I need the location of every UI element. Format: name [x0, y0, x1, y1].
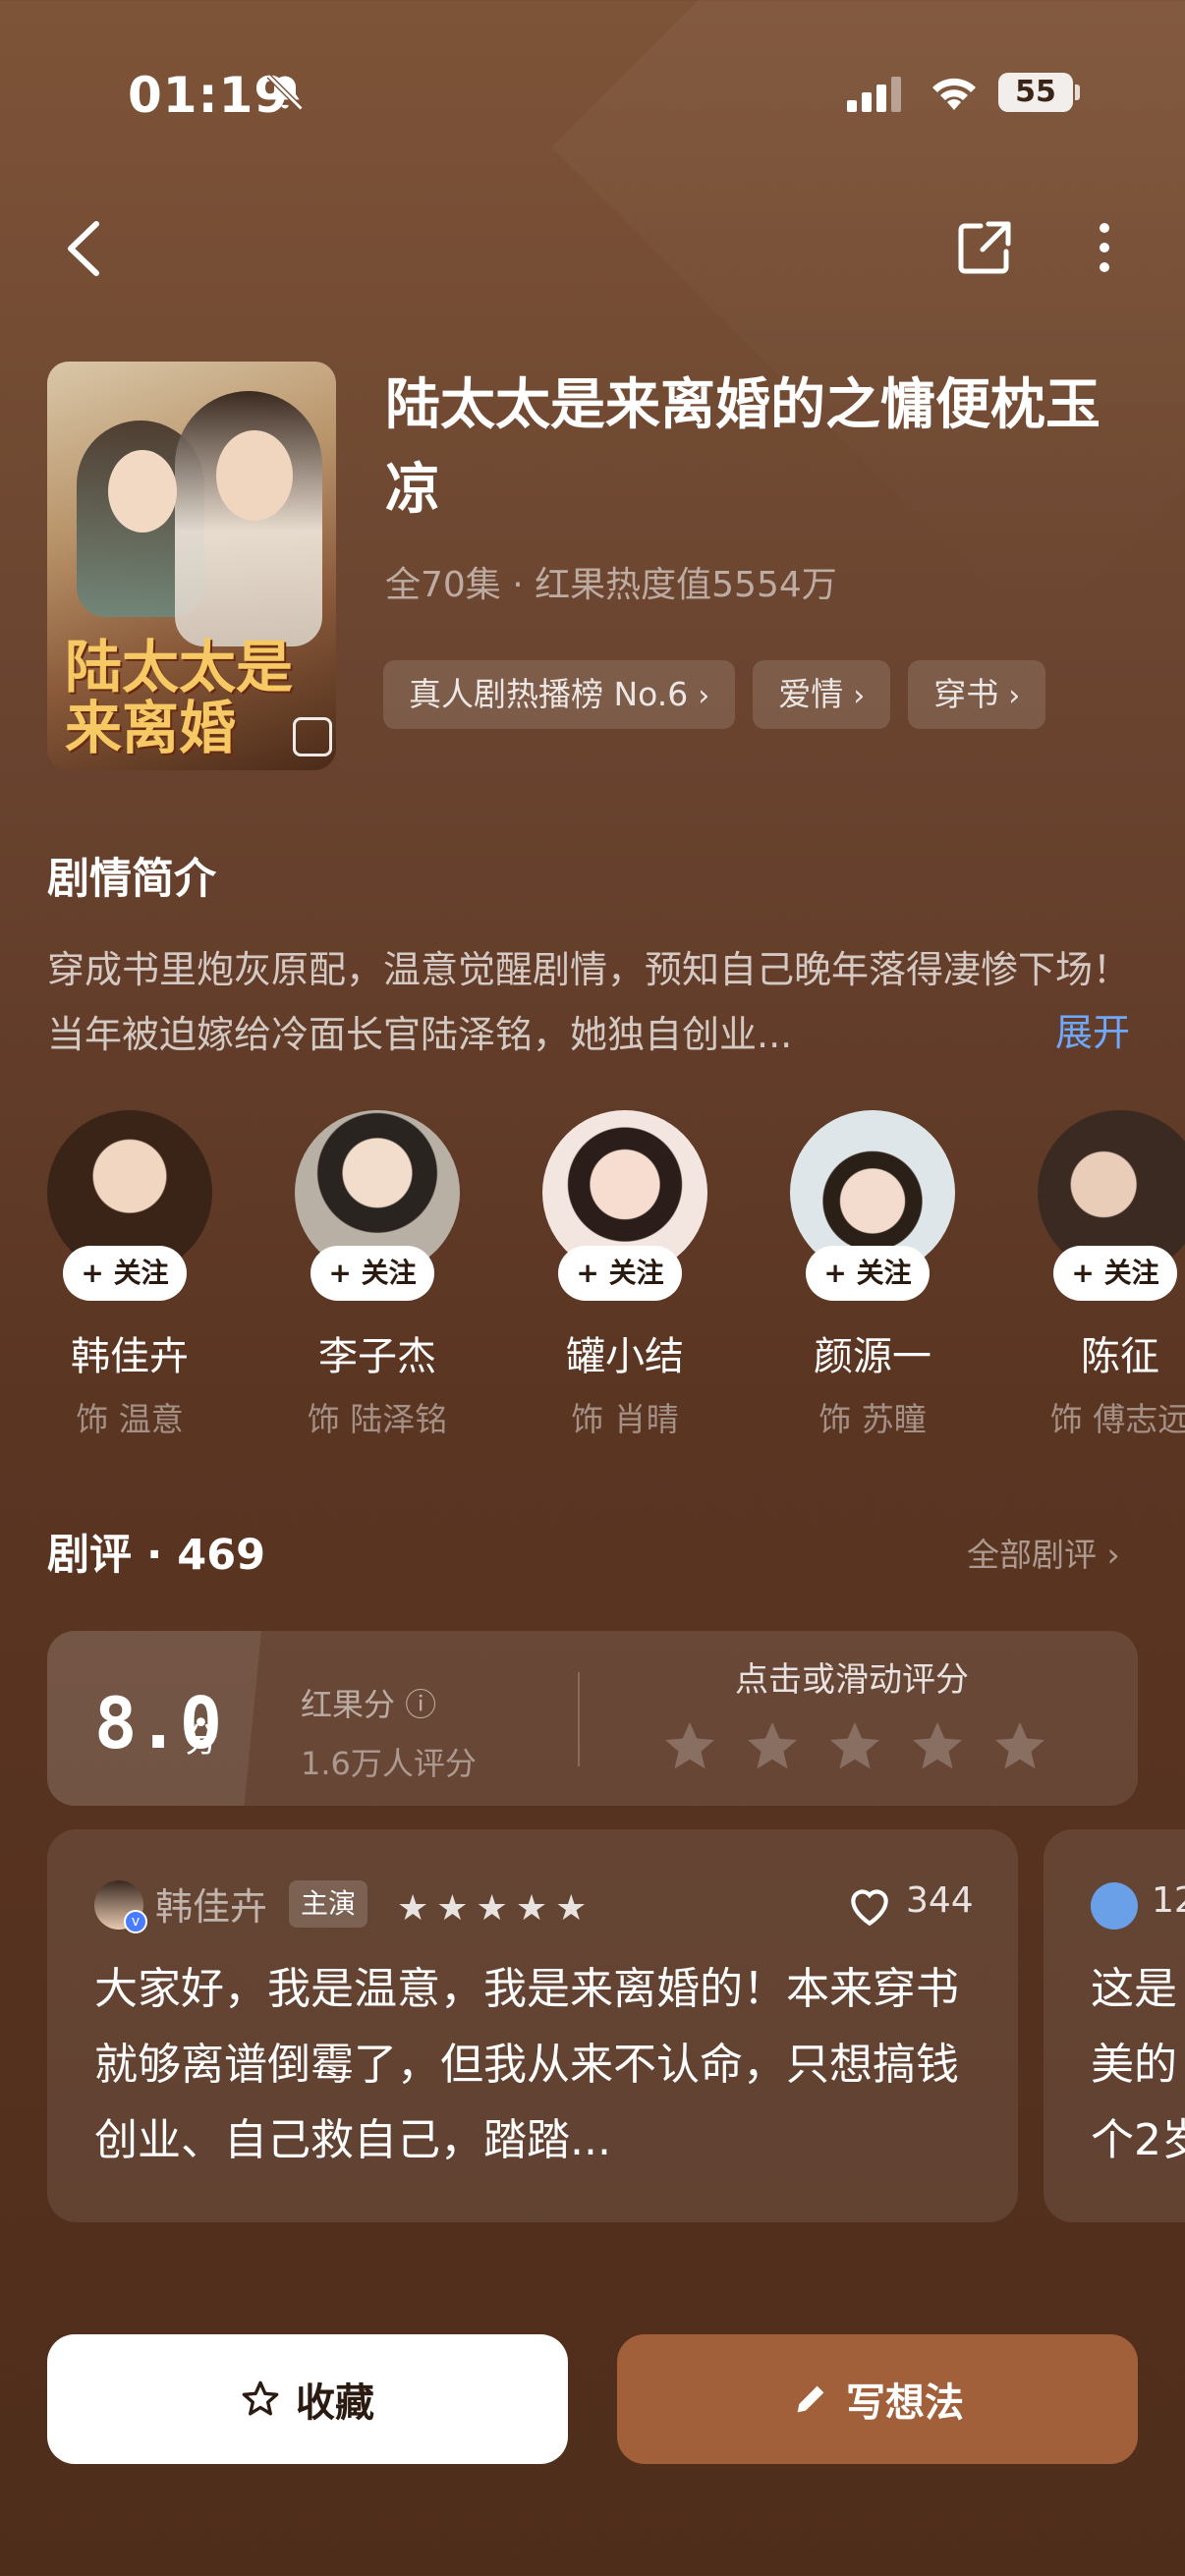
score-label[interactable]: 红果分 ⓘ	[301, 1680, 436, 1725]
status-bar: 01:19 55	[0, 61, 1185, 130]
score-unit: 分	[185, 1721, 218, 1761]
chevron-right-icon: ›	[1008, 679, 1021, 713]
review-partial-count: 12	[1152, 1880, 1185, 1921]
review-text: 大家好，我是温意，我是来离婚的！本来穿书就够离谱倒霉了，但我从来不认命，只想搞钱…	[94, 1964, 959, 2165]
cast-name: 李子杰	[318, 1334, 436, 1379]
rate-prompt: 点击或滑动评分	[735, 1660, 969, 1700]
review-text: 这是 美的 个2岁	[1091, 1964, 1185, 2165]
show-meta: 全70集 · 红果热度值5554万	[385, 565, 837, 605]
share-button[interactable]	[953, 216, 1016, 279]
cast-name: 颜源一	[814, 1334, 931, 1379]
star-outline-icon	[242, 2380, 279, 2416]
show-title: 陆太太是来离婚的之慵便枕玉凉	[385, 373, 1100, 522]
star-icon[interactable]	[743, 1717, 802, 1776]
chevron-right-icon: ›	[853, 679, 866, 713]
star-icon[interactable]	[908, 1717, 967, 1776]
more-options-button[interactable]	[1081, 216, 1128, 279]
expand-link[interactable]: 展开	[1055, 1002, 1130, 1056]
pencil-icon	[797, 2385, 824, 2413]
write-thoughts-button[interactable]: 写想法	[617, 2334, 1138, 2464]
review-card[interactable]: 12 这是 美的 个2岁	[1044, 1829, 1185, 2222]
review-stars: ★★★★★	[397, 1888, 595, 1929]
follow-button[interactable]: + 关注	[806, 1246, 930, 1301]
star-icon[interactable]	[825, 1717, 884, 1776]
poster-face	[216, 430, 293, 521]
cast-name: 罐小结	[566, 1334, 684, 1379]
follow-button[interactable]: + 关注	[558, 1246, 682, 1301]
like-heart-icon[interactable]	[845, 1882, 894, 1928]
role-badge: 主演	[289, 1880, 368, 1928]
cast-name: 韩佳卉	[71, 1334, 189, 1379]
review-card[interactable]: v 韩佳卉 主演 ★★★★★ 344 大家好，我是温意，我是来离婚的！本来穿书就…	[47, 1829, 1018, 2222]
wifi-icon	[932, 78, 976, 110]
tag-list: 真人剧热播榜 No.6 › 爱情 › 穿书 ›	[383, 660, 1046, 729]
cast-name: 陈征	[1081, 1334, 1159, 1379]
favorite-button[interactable]: 收藏	[47, 2334, 568, 2464]
rating-count: 1.6万人评分	[301, 1745, 477, 1782]
avatar[interactable]	[1091, 1882, 1138, 1930]
poster-face	[108, 450, 177, 532]
divider	[578, 1672, 580, 1766]
star-icon[interactable]	[660, 1717, 719, 1776]
tag-ranking[interactable]: 真人剧热播榜 No.6 ›	[383, 660, 736, 729]
reviews-heading: 剧评 · 469	[47, 1531, 266, 1580]
tag-genre-transmigration[interactable]: 穿书 ›	[908, 660, 1046, 729]
cast-member[interactable]: + 关注 罐小结 饰 肖晴	[517, 1110, 733, 1440]
show-poster[interactable]: 陆太太是来离婚	[47, 362, 336, 770]
cast-member[interactable]: + 关注 韩佳卉 饰 温意	[22, 1110, 238, 1440]
cast-member[interactable]: + 关注 陈征 饰 傅志远	[1012, 1110, 1185, 1440]
cast-role: 饰 傅志远	[1049, 1400, 1185, 1438]
mute-bell-icon	[266, 74, 304, 111]
like-count: 344	[906, 1880, 974, 1921]
verified-badge-icon: v	[124, 1910, 147, 1933]
back-button[interactable]	[55, 214, 114, 283]
tag-genre-romance[interactable]: 爱情 ›	[753, 660, 891, 729]
poster-logo-text: 陆太太是来离婚	[65, 634, 294, 761]
synopsis-text: 穿成书里炮灰原配，温意觉醒剧情，预知自己晚年落得凄惨下场！当年被迫嫁给冷面长官陆…	[47, 948, 1131, 1056]
follow-button[interactable]: + 关注	[63, 1246, 187, 1301]
rating-box: 8.0 分 红果分 ⓘ 1.6万人评分 点击或滑动评分	[47, 1631, 1138, 1806]
cast-list: + 关注 韩佳卉 饰 温意 + 关注 李子杰 饰 陆泽铭 + 关注 罐小结 饰 …	[0, 1110, 1185, 1444]
follow-button[interactable]: + 关注	[310, 1246, 434, 1301]
cast-role: 饰 陆泽铭	[307, 1400, 448, 1438]
all-reviews-link[interactable]: 全部剧评 ›	[967, 1529, 1120, 1576]
battery-tip	[1075, 84, 1080, 100]
cast-role: 饰 温意	[76, 1400, 184, 1438]
battery-indicator: 55	[998, 73, 1073, 112]
star-icon[interactable]	[990, 1717, 1049, 1776]
cast-role: 饰 肖晴	[571, 1400, 679, 1438]
cellular-signal-icon	[847, 77, 901, 112]
rating-stars[interactable]	[660, 1717, 1049, 1776]
synopsis-heading: 剧情简介	[47, 855, 216, 904]
cast-member[interactable]: + 关注 李子杰 饰 陆泽铭	[269, 1110, 485, 1440]
poster-play-icon	[293, 717, 332, 756]
review-author[interactable]: 韩佳卉	[155, 1876, 267, 1931]
chevron-right-icon: ›	[698, 679, 710, 713]
cast-role: 饰 苏瞳	[818, 1400, 927, 1438]
cast-member[interactable]: + 关注 颜源一 饰 苏瞳	[764, 1110, 981, 1440]
follow-button[interactable]: + 关注	[1053, 1246, 1177, 1301]
